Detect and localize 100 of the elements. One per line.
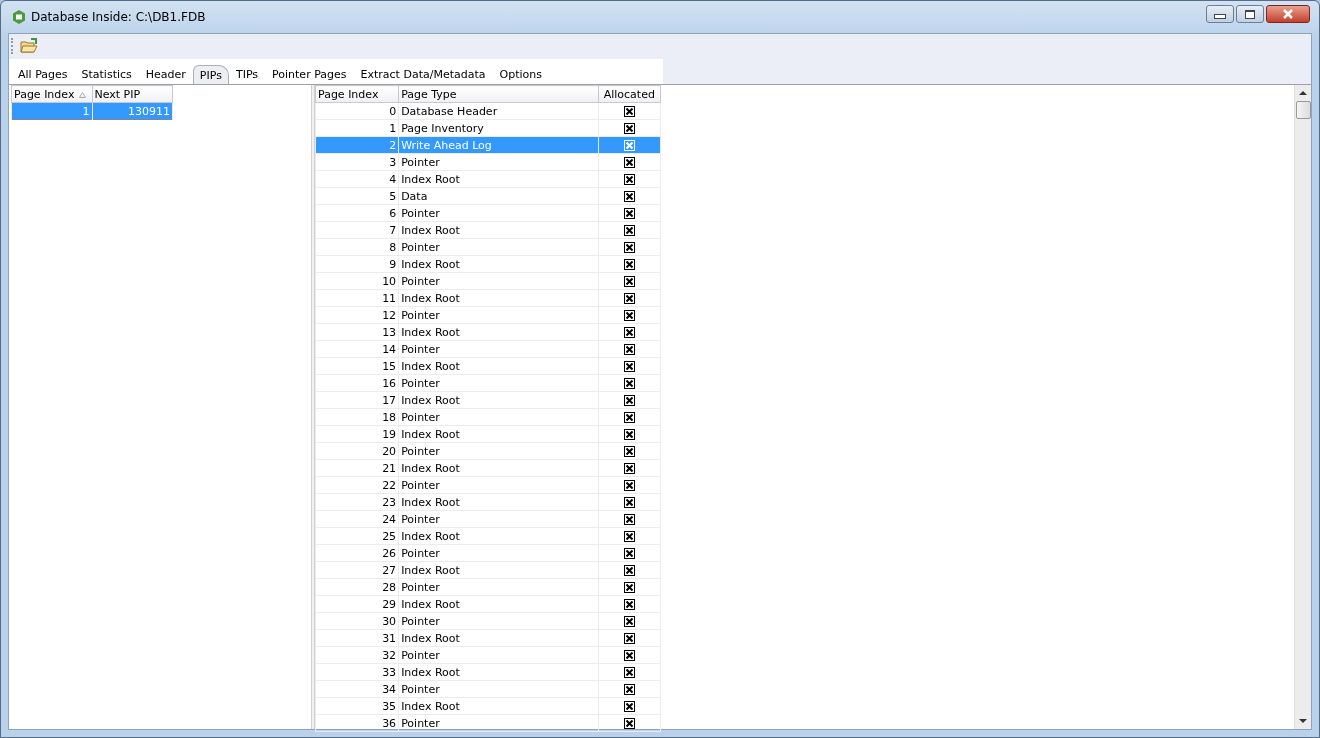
close-button[interactable]	[1266, 5, 1310, 23]
checkbox[interactable]	[623, 276, 635, 287]
column-header[interactable]: Allocated	[598, 85, 661, 103]
checkbox[interactable]	[623, 242, 635, 253]
table-row[interactable]: 32 Pointer	[315, 646, 661, 664]
table-row[interactable]: 24 Pointer	[315, 510, 661, 528]
table-row[interactable]: 5 Data	[315, 187, 661, 205]
checkbox[interactable]	[623, 463, 635, 474]
table-row[interactable]: 35 Index Root	[315, 697, 661, 715]
checkbox[interactable]	[623, 361, 635, 372]
table-cell: 15	[315, 357, 399, 375]
table-row[interactable]: 10 Pointer	[315, 272, 661, 290]
table-row[interactable]: 4 Index Root	[315, 170, 661, 188]
table-row[interactable]: 16 Pointer	[315, 374, 661, 392]
tab[interactable]: Options	[492, 64, 549, 84]
checkbox[interactable]	[623, 429, 635, 440]
table-row[interactable]: 9 Index Root	[315, 255, 661, 273]
checkbox[interactable]	[623, 378, 635, 389]
table-row[interactable]: 0 Database Header	[315, 102, 661, 120]
tab[interactable]: Statistics	[74, 64, 139, 84]
tab[interactable]: PIPs	[192, 65, 229, 84]
column-header[interactable]: Page Type	[398, 85, 599, 103]
checkbox[interactable]	[623, 667, 635, 678]
checkbox[interactable]	[623, 650, 635, 661]
table-cell: Pointer	[398, 272, 599, 290]
checkbox[interactable]	[623, 395, 635, 406]
table-cell: Index Root	[398, 391, 599, 409]
checkbox[interactable]	[623, 293, 635, 304]
table-cell: Pointer	[398, 238, 599, 256]
table-cell: Pointer	[398, 153, 599, 171]
checkbox[interactable]	[623, 123, 635, 134]
table-row[interactable]: 15 Index Root	[315, 357, 661, 375]
checkbox[interactable]	[623, 548, 635, 559]
table-row[interactable]: 17 Index Root	[315, 391, 661, 409]
checkbox[interactable]	[623, 259, 635, 270]
table-cell: Index Root	[398, 595, 599, 613]
checkbox[interactable]	[623, 191, 635, 202]
table-row[interactable]: 19 Index Root	[315, 425, 661, 443]
table-row[interactable]: 14 Pointer	[315, 340, 661, 358]
table-cell: 28	[315, 578, 399, 596]
table-row[interactable]: 1 Page Inventory	[315, 119, 661, 137]
checkbox[interactable]	[623, 701, 635, 712]
checkbox[interactable]	[623, 344, 635, 355]
table-row[interactable]: 11 Index Root	[315, 289, 661, 307]
table-row[interactable]: 7 Index Root	[315, 221, 661, 239]
tab[interactable]: TIPs	[228, 64, 266, 84]
checkbox[interactable]	[623, 208, 635, 219]
table-row[interactable]: 27 Index Root	[315, 561, 661, 579]
checkbox[interactable]	[623, 497, 635, 508]
table-row[interactable]: 30 Pointer	[315, 612, 661, 630]
table-row[interactable]: 18 Pointer	[315, 408, 661, 426]
table-row[interactable]: 33 Index Root	[315, 663, 661, 681]
checkbox[interactable]	[623, 718, 635, 729]
table-row[interactable]: 12 Pointer	[315, 306, 661, 324]
maximize-button[interactable]	[1236, 5, 1264, 23]
checkbox[interactable]	[623, 106, 635, 117]
table-row[interactable]: 13 Index Root	[315, 323, 661, 341]
table-row[interactable]: 36 Pointer	[315, 714, 661, 732]
table-row[interactable]: 21 Index Root	[315, 459, 661, 477]
table-cell: Index Root	[398, 629, 599, 647]
column-header[interactable]: Page Index	[11, 85, 92, 103]
tab[interactable]: Header	[138, 64, 193, 84]
tab[interactable]: Extract Data/Metadata	[353, 64, 493, 84]
checkbox[interactable]	[623, 310, 635, 321]
table-row[interactable]: 8 Pointer	[315, 238, 661, 256]
column-header[interactable]: Page Index	[315, 85, 399, 103]
checkbox[interactable]	[623, 225, 635, 236]
tab[interactable]: Pointer Pages	[265, 64, 354, 84]
minimize-button[interactable]	[1206, 5, 1234, 23]
checkbox[interactable]	[623, 531, 635, 542]
table-row[interactable]: 29 Index Root	[315, 595, 661, 613]
table-row[interactable]: 20 Pointer	[315, 442, 661, 460]
open-folder-button[interactable]	[19, 36, 39, 55]
checkbox[interactable]	[623, 599, 635, 610]
column-header[interactable]: Next PIP	[92, 85, 173, 103]
checkbox[interactable]	[623, 157, 635, 168]
checkbox[interactable]	[623, 174, 635, 185]
checkbox[interactable]	[623, 446, 635, 457]
checkbox[interactable]	[623, 616, 635, 627]
tab[interactable]: All Pages	[11, 64, 75, 84]
checkbox[interactable]	[623, 684, 635, 695]
table-cell: 29	[315, 595, 399, 613]
table-row[interactable]: 31 Index Root	[315, 629, 661, 647]
table-row[interactable]: 23 Index Root	[315, 493, 661, 511]
checkbox[interactable]	[623, 412, 635, 423]
table-row[interactable]: 26 Pointer	[315, 544, 661, 562]
table-row[interactable]: 34 Pointer	[315, 680, 661, 698]
checkbox[interactable]	[623, 514, 635, 525]
table-cell: 13	[315, 323, 399, 341]
checkbox[interactable]	[623, 565, 635, 576]
checkbox[interactable]	[623, 582, 635, 593]
checkbox[interactable]	[623, 480, 635, 491]
checkbox[interactable]	[623, 633, 635, 644]
table-row[interactable]: 28 Pointer	[315, 578, 661, 596]
table-row[interactable]: 3 Pointer	[315, 153, 661, 171]
table-row[interactable]: 6 Pointer	[315, 204, 661, 222]
checkbox[interactable]	[623, 327, 635, 338]
table-row[interactable]: 25 Index Root	[315, 527, 661, 545]
table-cell: Pointer	[398, 306, 599, 324]
table-row[interactable]: 22 Pointer	[315, 476, 661, 494]
